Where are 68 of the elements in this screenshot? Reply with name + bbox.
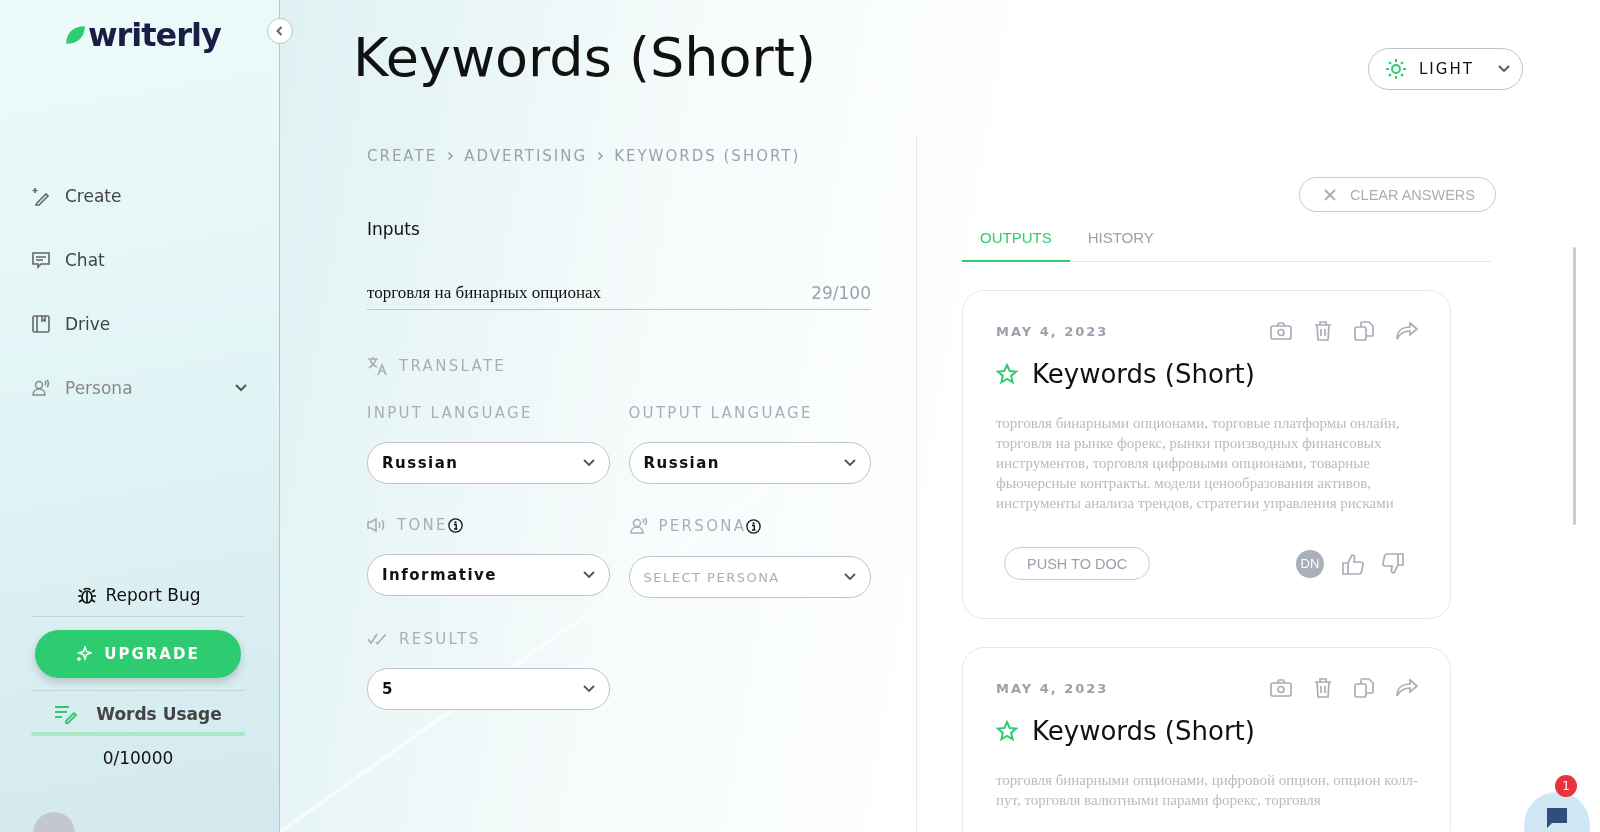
leaf-logo-icon (64, 24, 86, 46)
nav-item[interactable]: Chat (31, 248, 247, 272)
output-language-select[interactable]: Russian (628, 442, 871, 484)
speaker-icon (367, 517, 387, 533)
output-text: торговля бинарными опционами, цифровой опцион, опцион колл-пут, торговля валютными парами форекс, торговля (996, 771, 1418, 810)
input-language-label: INPUT LANGUAGE (367, 404, 534, 422)
chevron-right-icon (447, 151, 455, 161)
share-arrow-icon[interactable] (1396, 679, 1418, 697)
book-icon (31, 314, 51, 334)
star-icon[interactable] (996, 720, 1018, 742)
sun-icon (1385, 58, 1407, 80)
chevron-down-icon (582, 571, 595, 579)
notification-badge: 1 (1555, 775, 1577, 797)
collapse-button[interactable] (267, 18, 293, 44)
tone-label: TONE (397, 516, 448, 534)
output-date: MAY 4, 2023 (996, 323, 1109, 339)
star-icon[interactable] (996, 363, 1018, 385)
translate-label: TRANSLATE (399, 357, 507, 375)
logo: writerly (88, 16, 221, 54)
camera-icon[interactable] (1270, 322, 1292, 340)
user-avatar: DN (1296, 549, 1324, 578)
chevron-down-icon (582, 685, 595, 693)
trash-icon[interactable] (1314, 321, 1332, 341)
keyword-input[interactable]: торговля на бинарных опционах (367, 283, 812, 303)
output-title: Keywords (Short) (1032, 716, 1255, 746)
character-counter: 29/100 (811, 283, 871, 303)
theme-select[interactable]: LIGHT (1368, 48, 1523, 90)
nav-item[interactable]: Create (31, 184, 247, 208)
chevron-down-icon (582, 459, 595, 467)
page-title: Keywords (Short) (353, 26, 816, 89)
output-language-label: OUTPUT LANGUAGE (628, 404, 814, 422)
words-usage-label: Words Usage (96, 704, 222, 724)
camera-icon[interactable] (1270, 679, 1292, 697)
chevron-right-icon (597, 151, 605, 161)
magic-pen-icon (31, 186, 51, 206)
person-voice-icon (628, 516, 649, 536)
close-icon (1324, 188, 1337, 201)
share-arrow-icon[interactable] (1396, 322, 1418, 340)
chat-icon (31, 250, 51, 270)
copy-icon[interactable] (1354, 678, 1374, 698)
info-icon[interactable] (447, 517, 463, 533)
output-title: Keywords (Short) (1032, 359, 1255, 389)
thumbs-down-icon[interactable] (1382, 552, 1404, 575)
double-check-icon (367, 633, 389, 645)
chevron-down-icon (844, 573, 856, 581)
results-select[interactable]: 5 (367, 668, 610, 710)
results-label: RESULTS (399, 630, 481, 648)
output-date: MAY 4, 2023 (996, 680, 1109, 696)
report-bug-button[interactable]: Report Bug (69, 580, 207, 610)
thumbs-up-icon[interactable] (1342, 552, 1364, 575)
input-language-select[interactable]: Russian (367, 442, 610, 484)
chevron-down-icon (844, 459, 856, 467)
nav-item[interactable]: Drive (31, 312, 247, 336)
chat-icon (1545, 806, 1569, 830)
list-pen-icon (54, 704, 79, 724)
chevron-down-icon (1498, 65, 1510, 73)
tone-select[interactable]: Informative (367, 554, 610, 596)
copy-icon[interactable] (1354, 321, 1374, 341)
persona-label: PERSONA (658, 517, 747, 535)
info-icon[interactable] (746, 518, 762, 534)
output-text: торговля бинарными опционами, торговые платформы онлайн, торговля на рынке форекс, рынки производных финансовых инструментов, торговля цифровыми опционами, товарные фьючерсные контракты. модели ценообразования активов, инструменты анализа трендов, стратегии управления рисками (996, 414, 1401, 513)
sparkle-icon (76, 646, 93, 662)
person-voice-icon (31, 378, 51, 398)
chevron-down-icon (235, 384, 247, 392)
inputs-heading: Inputs (367, 219, 421, 239)
trash-icon[interactable] (1314, 678, 1332, 698)
translate-icon (367, 356, 389, 376)
usage-count: 0/10000 (102, 748, 174, 768)
